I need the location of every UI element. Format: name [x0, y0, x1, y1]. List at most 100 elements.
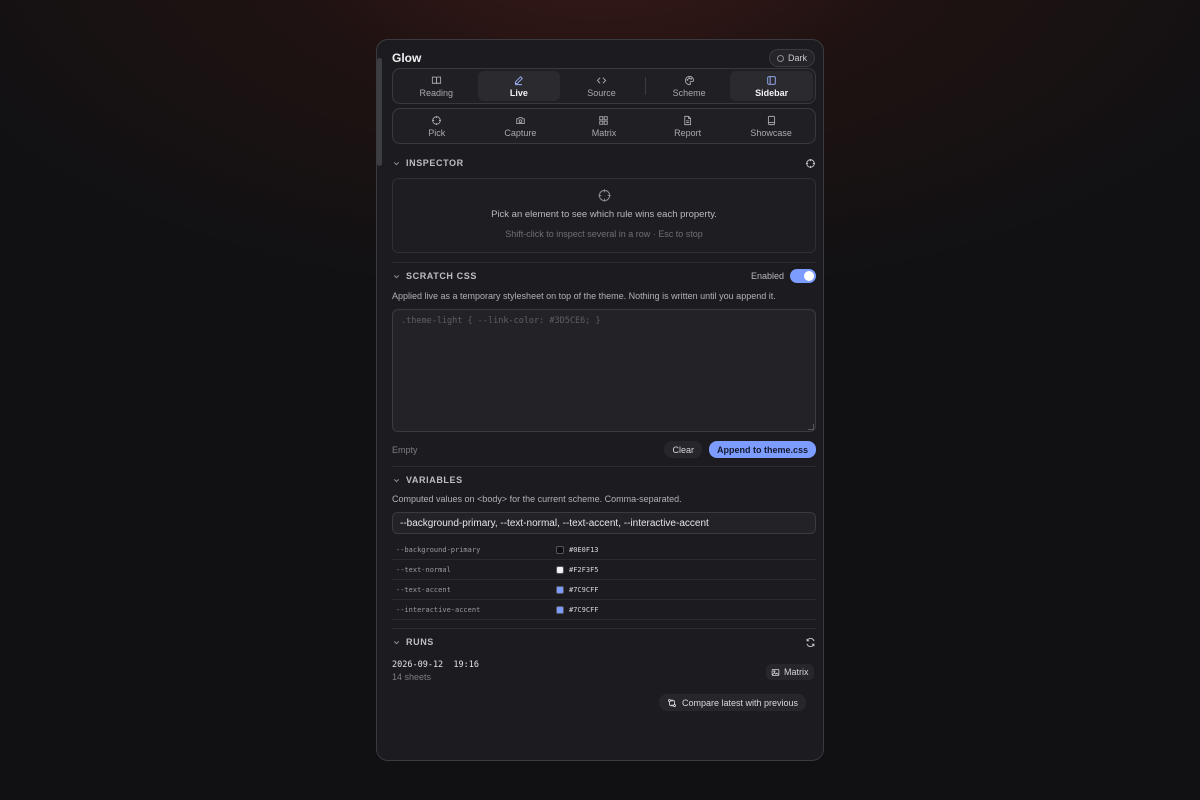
color-swatch: [556, 545, 564, 554]
circle-icon: [776, 54, 784, 62]
tab-sidebar[interactable]: Sidebar: [730, 71, 813, 101]
scratch-enabled-control: Enabled: [751, 269, 816, 283]
resize-grip[interactable]: [808, 424, 814, 430]
app-title: Glow: [392, 51, 422, 65]
scratch-footer: Empty Clear Append to theme.css: [392, 441, 816, 458]
theme-label: Dark: [787, 53, 807, 63]
tab-label: Reading: [419, 87, 454, 98]
color-swatch: [556, 585, 564, 594]
variable-name: --interactive-accent: [396, 605, 481, 614]
scratch-title: SCRATCH CSS: [406, 271, 477, 281]
tablet-icon: [767, 115, 775, 125]
variable-name: --background-primary: [396, 545, 481, 554]
tab-separator: [644, 77, 646, 95]
section-divider: [392, 262, 816, 263]
variable-name: --text-accent: [396, 585, 451, 594]
camera-icon: [516, 116, 525, 124]
tab-pick[interactable]: Pick: [395, 111, 479, 141]
section-divider: [392, 466, 816, 467]
panel-scrollbar[interactable]: [377, 58, 382, 166]
tab-showcase[interactable]: Showcase: [729, 111, 813, 141]
variables-input[interactable]: [392, 512, 816, 534]
panel-header: Glow Dark: [392, 46, 815, 70]
chevron-down-icon: [393, 478, 400, 482]
compare-runs-button[interactable]: Compare latest with previous: [659, 694, 807, 711]
tab-label: Live: [509, 87, 528, 98]
variables-header[interactable]: VARIABLES: [392, 471, 816, 489]
runs-title: RUNS: [406, 637, 434, 647]
append-to-theme-button[interactable]: Append to theme.css: [708, 441, 816, 458]
variable-name: --text-normal: [396, 565, 451, 574]
compare-button-label: Compare latest with previous: [682, 697, 799, 708]
inspector-message: Pick an element to see which rule wins e…: [491, 209, 717, 220]
tab-label: Capture: [504, 127, 537, 138]
secondary-tabs: Pick Capture Matrix Report Showcase: [392, 108, 816, 144]
image-icon: [771, 668, 780, 676]
inspector-empty-state: Pick an element to see which rule wins e…: [392, 178, 816, 253]
variable-value: #0E0F13: [569, 545, 599, 554]
scratch-description: Applied live as a temporary stylesheet o…: [392, 291, 776, 301]
tab-label: Report: [674, 127, 702, 138]
grid-icon: [599, 115, 609, 125]
tab-source[interactable]: Source: [560, 71, 643, 101]
clear-button[interactable]: Clear: [664, 441, 702, 458]
crosshair-icon: [597, 189, 611, 202]
tab-label: Matrix: [591, 127, 617, 138]
inspector-header[interactable]: INSPECTOR: [392, 154, 816, 172]
run-sheet-count: 14 sheets: [392, 672, 432, 682]
tab-label: Showcase: [750, 127, 792, 138]
table-row: --text-normal #F2F3F5: [392, 560, 816, 580]
variables-table: --background-primary #0E0F13 --text-norm…: [392, 540, 816, 620]
file-icon: [684, 115, 692, 125]
inspector-pick-button[interactable]: [805, 158, 816, 169]
git-compare-icon: [668, 698, 676, 707]
tab-label: Sidebar: [755, 87, 789, 98]
tab-reading[interactable]: Reading: [395, 71, 478, 101]
variables-description: Computed values on <body> for the curren…: [392, 494, 682, 504]
color-swatch: [556, 565, 564, 574]
book-icon: [431, 76, 441, 84]
toggle-label: Enabled: [750, 271, 784, 281]
glow-panel: Glow Dark Reading Live Source Scheme Sid…: [376, 39, 824, 761]
crosshair-icon: [806, 158, 815, 168]
tab-label: Scheme: [672, 87, 706, 98]
chevron-down-icon: [393, 161, 400, 165]
tab-live[interactable]: Live: [477, 71, 561, 101]
matrix-button-label: Matrix: [784, 667, 809, 677]
tab-label: Source: [587, 87, 616, 98]
inspector-title: INSPECTOR: [406, 158, 464, 168]
open-matrix-button[interactable]: Matrix: [766, 664, 814, 680]
runs-header[interactable]: RUNS: [392, 633, 816, 651]
tab-matrix[interactable]: Matrix: [562, 111, 646, 141]
variable-value: #F2F3F5: [569, 565, 599, 574]
tab-capture[interactable]: Capture: [479, 111, 563, 141]
table-row: --background-primary #0E0F13: [392, 540, 816, 560]
chevron-down-icon: [393, 274, 400, 278]
scratch-css-editor[interactable]: [392, 309, 816, 432]
palette-icon: [684, 75, 694, 85]
theme-toggle-button[interactable]: Dark: [768, 49, 815, 67]
section-divider: [392, 628, 816, 629]
code-icon: [596, 76, 607, 84]
run-timestamp: 2026-09-12 19:16: [392, 660, 479, 670]
inspector-hint: Shift-click to inspect several in a row …: [505, 229, 703, 239]
tab-report[interactable]: Report: [646, 111, 730, 141]
chevron-down-icon: [393, 640, 400, 644]
tab-label: Pick: [428, 127, 446, 138]
sidebar-icon: [767, 75, 776, 85]
variable-value: #7C9CFF: [569, 585, 599, 594]
primary-tabs: Reading Live Source Scheme Sidebar: [392, 68, 816, 104]
table-row: --text-accent #7C9CFF: [392, 580, 816, 600]
tab-scheme[interactable]: Scheme: [648, 71, 731, 101]
crosshair-icon: [432, 115, 442, 125]
refresh-icon: [806, 637, 815, 647]
refresh-runs-button[interactable]: [805, 637, 816, 648]
scratch-enabled-toggle[interactable]: [790, 269, 816, 283]
table-row: --interactive-accent #7C9CFF: [392, 600, 816, 620]
pen-icon: [515, 75, 524, 85]
variables-title: VARIABLES: [406, 475, 463, 485]
variable-value: #7C9CFF: [569, 605, 599, 614]
color-swatch: [556, 605, 564, 614]
scratch-header[interactable]: SCRATCH CSS Enabled: [392, 267, 816, 285]
scratch-status: Empty: [392, 444, 418, 455]
